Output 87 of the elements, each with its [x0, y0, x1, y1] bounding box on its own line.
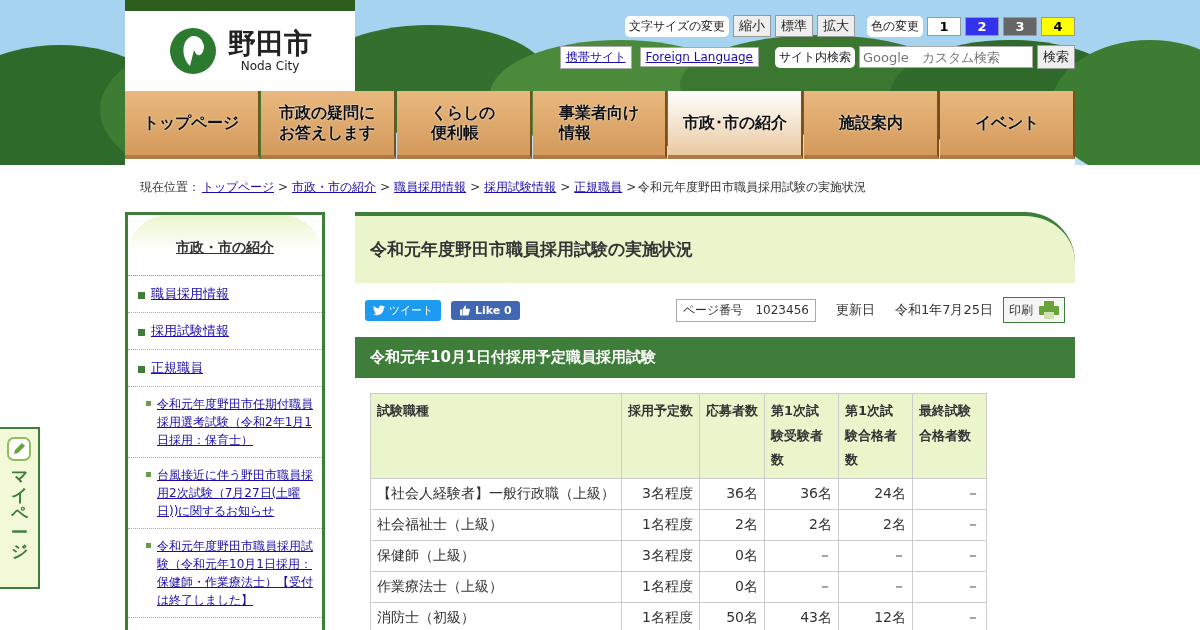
font-size-label: 文字サイズの変更: [625, 15, 729, 37]
breadcrumb-link[interactable]: 採用試験情報: [484, 180, 557, 194]
bullet-icon: [146, 472, 151, 477]
table-cell: 2名: [764, 509, 839, 541]
breadcrumb-separator: >: [626, 180, 637, 194]
table-cell: 3名程度: [621, 540, 700, 572]
nav-tab[interactable]: トップページ: [125, 91, 260, 159]
table-cell: 1名程度: [621, 509, 700, 541]
header-link[interactable]: Foreign Language: [639, 47, 759, 67]
table-cell: －: [912, 540, 987, 572]
table-cell: 【社会人経験者】一般行政職（上級）: [370, 478, 622, 510]
table-cell: －: [838, 540, 913, 572]
sidebar-link[interactable]: 令和元年度野田市任期付職員採用選考試験（令和2年1月1日採用：保育士）: [157, 395, 318, 449]
search-button[interactable]: 検索: [1037, 45, 1075, 69]
sidebar-link[interactable]: 台風接近に伴う野田市職員採用2次試験（7月27日(土曜日))に関するお知らせ: [157, 466, 318, 520]
table-cell: 2名: [838, 509, 913, 541]
table-cell: 0名: [699, 540, 765, 572]
like-button[interactable]: Like 0: [451, 300, 520, 320]
sidebar-link[interactable]: 正規職員: [151, 358, 203, 378]
breadcrumb-separator: >: [470, 180, 481, 194]
nav-tab[interactable]: くらしの 便利帳: [396, 91, 532, 159]
updated-date: 令和1年7月25日: [894, 301, 993, 319]
page-number: ページ番号 1023456: [676, 298, 816, 322]
table-cell: －: [912, 478, 987, 510]
bullet-icon: [138, 329, 145, 336]
section-heading: 令和元年10月1日付採用予定職員採用試験: [355, 337, 1075, 378]
font-size-button[interactable]: 縮小: [733, 15, 771, 37]
nav-tab[interactable]: 市政の疑問に お答えします: [260, 91, 396, 159]
table-cell: 保健師（上級）: [370, 540, 622, 572]
pencil-icon: [7, 437, 31, 461]
bullet-icon: [146, 543, 151, 548]
table-cell: 0名: [699, 571, 765, 603]
page-title: 令和元年度野田市職員採用試験の実施状況: [355, 212, 1075, 283]
nav-tab[interactable]: 市政･市の紹介: [668, 91, 804, 159]
table-cell: 2名: [699, 509, 765, 541]
column-header: 第1次試験合格者数: [838, 393, 913, 479]
breadcrumb-separator: >: [278, 180, 289, 194]
updated-label: 更新日: [835, 301, 875, 319]
table-cell: 36名: [699, 478, 765, 510]
nav-tab[interactable]: 事業者向け 情報: [532, 91, 668, 159]
table-cell: 36名: [764, 478, 839, 510]
search-field[interactable]: Google カスタム検索: [859, 46, 1033, 68]
column-header: 応募者数: [699, 393, 765, 479]
site-search-label: サイト内検索: [775, 46, 855, 68]
column-header: 第1次試験受験者数: [764, 393, 839, 479]
font-size-button[interactable]: 拡大: [817, 15, 855, 37]
breadcrumb-link[interactable]: 正規職員: [574, 180, 623, 194]
breadcrumb-label: 現在位置：: [140, 180, 200, 194]
thumbs-up-icon: [459, 304, 471, 316]
breadcrumb-link[interactable]: 市政・市の紹介: [292, 180, 377, 194]
table-cell: 消防士（初級）: [370, 602, 622, 630]
nav-tab[interactable]: イベント: [940, 91, 1075, 159]
mypage-tab[interactable]: マイページ: [0, 427, 40, 589]
nav-tab[interactable]: 施設案内: [804, 91, 940, 159]
table-cell: －: [912, 571, 987, 603]
breadcrumb-current: 令和元年度野田市職員採用試験の実施状況: [638, 180, 867, 194]
logo-name: 野田市: [228, 28, 312, 60]
table-cell: 社会福祉士（上級）: [370, 509, 622, 541]
font-size-button[interactable]: 標準: [775, 15, 813, 37]
breadcrumb-link[interactable]: トップページ: [202, 180, 274, 194]
table-cell: 3名程度: [621, 478, 700, 510]
sidebar-link[interactable]: 令和元年度野田市職員採用試験（令和元年10月1日採用：保健師・作業療法士）【受付は終了しました】: [157, 537, 318, 609]
bullet-icon: [138, 366, 145, 373]
bullet-icon: [138, 292, 145, 299]
table-cell: －: [912, 509, 987, 541]
breadcrumb-link[interactable]: 職員採用情報: [394, 180, 467, 194]
print-button[interactable]: 印刷: [1003, 297, 1065, 323]
sidebar-link[interactable]: 採用試験情報: [151, 321, 229, 341]
logo-subtitle: Noda City: [240, 59, 300, 74]
printer-icon: [1039, 301, 1059, 319]
column-header: 最終試験合格者数: [912, 393, 987, 479]
table-cell: 作業療法士（上級）: [370, 571, 622, 603]
breadcrumb-separator: >: [560, 180, 571, 194]
bullet-icon: [146, 401, 151, 406]
sidebar-link[interactable]: 職員採用情報: [151, 284, 229, 304]
table-cell: 24名: [838, 478, 913, 510]
sidebar-title[interactable]: 市政・市の紹介: [176, 239, 274, 255]
table-cell: －: [764, 540, 839, 572]
color-change-label: 色の変更: [867, 15, 923, 37]
table-cell: －: [764, 571, 839, 603]
table-cell: －: [838, 571, 913, 603]
bird-icon: [373, 304, 385, 316]
column-header: 採用予定数: [621, 393, 700, 479]
table-cell: 1名程度: [621, 571, 700, 603]
logo-icon: [168, 26, 218, 76]
breadcrumb-separator: >: [380, 180, 391, 194]
column-header: 試験職種: [370, 393, 622, 479]
